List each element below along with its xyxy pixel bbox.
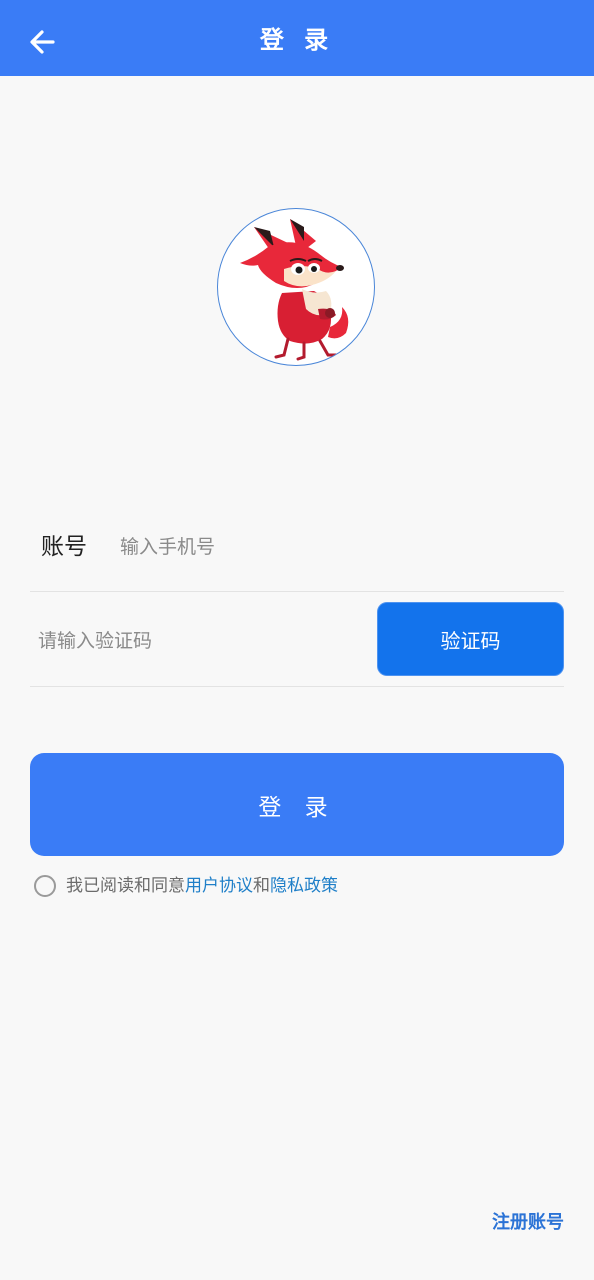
- fox-mascot-icon: [240, 219, 349, 361]
- app-bar: 登 录: [0, 0, 594, 76]
- agreement-conjunction: 和: [253, 876, 270, 896]
- verification-code-input[interactable]: [36, 622, 360, 660]
- login-button[interactable]: 登 录: [30, 753, 564, 856]
- page-title: 登 录: [259, 26, 335, 54]
- account-row: 账号: [30, 506, 564, 592]
- register-account-link[interactable]: 注册账号: [492, 1208, 564, 1238]
- user-agreement-link[interactable]: 用户协议: [185, 876, 253, 896]
- agreement-text: 我已阅读和同意用户协议和隐私政策: [66, 871, 338, 901]
- account-label: 账号: [41, 534, 87, 560]
- phone-input[interactable]: [118, 528, 542, 566]
- agreement-row: 我已阅读和同意用户协议和隐私政策: [34, 871, 338, 901]
- login-page: 登 录 账号 输入手机号 请输入验证码 验证码 登 录 我已阅读和同意用户协议和…: [0, 0, 594, 1280]
- privacy-policy-link[interactable]: 隐私政策: [270, 876, 338, 896]
- get-code-button[interactable]: 验证码: [377, 602, 564, 676]
- avatar: [217, 208, 375, 366]
- agreement-prefix: 我已阅读和同意: [66, 876, 185, 896]
- code-row: 验证码: [30, 592, 564, 687]
- agreement-radio[interactable]: [34, 875, 56, 897]
